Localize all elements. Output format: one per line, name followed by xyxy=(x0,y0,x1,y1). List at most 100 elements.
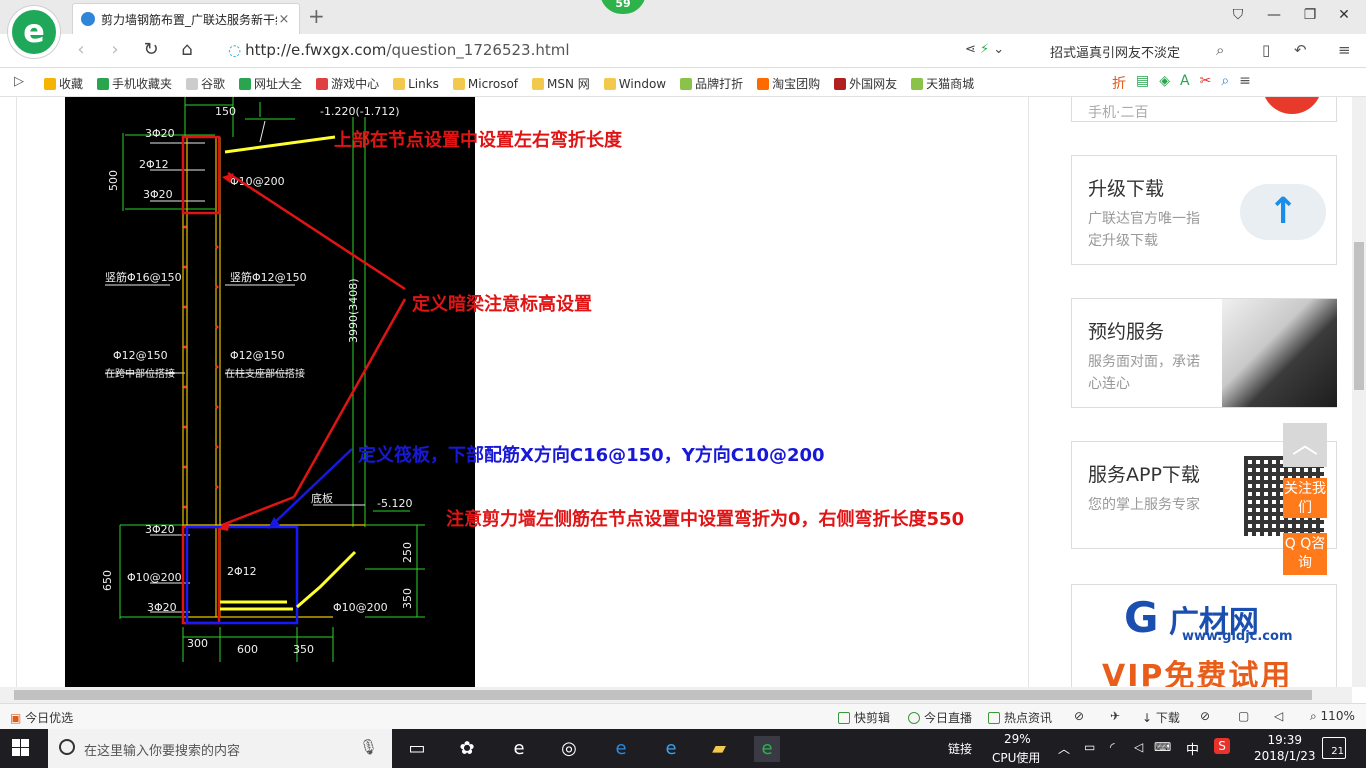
sogou-icon[interactable]: S xyxy=(1214,738,1230,754)
reload-icon[interactable]: ↻ xyxy=(140,39,162,60)
battery-icon[interactable]: ▭ xyxy=(1084,740,1095,754)
qq-consult-button[interactable]: Q Q咨询 xyxy=(1283,533,1327,575)
bookmark-icon xyxy=(834,77,847,90)
pin-icon[interactable]: ⛉ xyxy=(1228,7,1248,23)
bookmark-item[interactable]: 收藏 xyxy=(44,75,83,92)
tray-up-icon[interactable]: ︿ xyxy=(1058,740,1070,757)
forward-icon[interactable]: › xyxy=(104,39,126,60)
status-icon-d[interactable]: ▢ xyxy=(1238,709,1249,723)
cad-horiz-left: Φ12@150 xyxy=(113,349,168,362)
cad-vert-left: 竖筋Φ16@150 xyxy=(105,270,182,284)
minimize-button[interactable]: — xyxy=(1264,7,1284,23)
search-input[interactable]: 招式逼真引网友不淡定 xyxy=(1050,42,1180,61)
task-view-icon[interactable]: ▭ xyxy=(404,736,430,762)
cad-drawing: 150 -1.220(-1.712) 500 3Φ20 2Φ12 3Φ20 Φ1… xyxy=(65,97,475,687)
browser-taskbar-icon[interactable]: e xyxy=(754,736,780,762)
today-picks[interactable]: ▣ 今日优选 xyxy=(10,709,73,726)
cpu-percent: 29% xyxy=(1004,732,1031,746)
bookmark-item[interactable]: MSN 网 xyxy=(532,75,590,92)
hot-news[interactable]: 热点资讯 xyxy=(988,709,1052,726)
back-to-top-icon[interactable]: ︿ xyxy=(1283,423,1327,467)
menu-icon[interactable]: ≡ xyxy=(1338,41,1351,59)
phone-icon[interactable]: ▯ xyxy=(1262,41,1270,59)
follow-button[interactable]: 关注我们 xyxy=(1283,478,1327,518)
ie-icon[interactable]: e xyxy=(506,736,532,762)
horizontal-scroll-thumb[interactable] xyxy=(14,690,1312,700)
search-icon[interactable]: ⌕ xyxy=(1216,41,1224,59)
bookmark-item[interactable]: Microsof xyxy=(452,75,518,92)
sidebar-toggle-icon[interactable]: ▷ xyxy=(14,74,24,89)
url-host: http://e.fwxgx.com xyxy=(245,41,387,59)
book-icon[interactable]: ▤ xyxy=(1136,73,1149,93)
cad-bar-3phi20-b1: 3Φ20 xyxy=(145,523,175,536)
close-window-button[interactable]: ✕ xyxy=(1334,7,1354,23)
ie-blue-icon[interactable]: e xyxy=(658,736,684,762)
volume-icon[interactable]: ◁ xyxy=(1134,740,1143,754)
more-icon[interactable]: ≡ xyxy=(1239,73,1251,93)
clock[interactable]: 19:39 2018/1/23 xyxy=(1254,732,1316,764)
cad-dim-300: 300 xyxy=(187,637,208,650)
download-button[interactable]: ↓ 下载 xyxy=(1142,709,1180,726)
status-icon-b[interactable]: ✈ xyxy=(1110,709,1120,723)
undo-icon[interactable]: ↶ xyxy=(1294,41,1307,59)
bookmark-item[interactable]: 天猫商城 xyxy=(911,75,974,92)
scissors-icon[interactable]: ✂ xyxy=(1200,73,1212,93)
wifi-icon[interactable]: ◜ xyxy=(1110,740,1115,754)
file-explorer-icon[interactable]: ▰ xyxy=(706,736,732,762)
new-tab-button[interactable]: + xyxy=(308,4,325,28)
home-icon[interactable]: ⌂ xyxy=(176,39,198,60)
sidebar-card-appoint[interactable]: 预约服务 服务面对面，承诺心连心 xyxy=(1071,298,1337,408)
site-info-icon[interactable]: ◌ xyxy=(228,41,241,59)
ime-indicator[interactable]: 中 xyxy=(1186,739,1199,758)
bookmark-item[interactable]: Links xyxy=(393,75,439,92)
sidebar-card-upgrade[interactable]: 升级下载 广联达官方唯一指定升级下载 ↑ xyxy=(1071,155,1337,265)
back-icon[interactable]: ‹ xyxy=(70,39,92,60)
microphone-icon[interactable]: 🎙 xyxy=(359,738,378,756)
share-icon[interactable]: ⋖ ⚡ ⌄ xyxy=(965,42,1004,57)
keyboard-icon[interactable]: ⌨ xyxy=(1154,740,1171,754)
pinwheel-app-icon[interactable]: ✿ xyxy=(454,736,480,762)
status-icon-a[interactable]: ⊘ xyxy=(1074,709,1084,723)
url-field[interactable]: ◌ http://e.fwxgx.com/question_1726523.htm… xyxy=(228,41,570,59)
cad-height: 3990(3408) xyxy=(347,278,360,343)
bookmark-item[interactable]: 谷歌 xyxy=(186,75,225,92)
zoom-level[interactable]: ⌕ 110% xyxy=(1310,709,1355,724)
sidebar-card-partial[interactable]: 手机·二百 xyxy=(1071,97,1337,122)
bookmarks-bar: ▷ 收藏 手机收藏夹 谷歌 网址大全 游戏中心 Links Microsof MSN 网 Win… xyxy=(0,69,1366,97)
browser-logo-icon[interactable]: e xyxy=(8,6,60,58)
spiral-app-icon[interactable]: ◎ xyxy=(556,736,582,762)
sidebar-card-ad[interactable]: G 广材网 www.gldjc.com VIP免费试用 xyxy=(1071,584,1337,687)
tab-favicon-icon xyxy=(81,12,95,26)
address-bar: ‹ › ↻ ⌂ ◌ http://e.fwxgx.com/question_172… xyxy=(0,34,1366,68)
link-label[interactable]: 链接 xyxy=(948,740,972,757)
bookmark-item[interactable]: 手机收藏夹 xyxy=(97,75,172,92)
tab-active[interactable]: 剪力墙钢筋布置_广联达服务新干线 × xyxy=(72,3,300,34)
vertical-scroll-thumb[interactable] xyxy=(1354,242,1364,390)
mute-icon[interactable]: ◁ xyxy=(1274,709,1283,723)
quick-edit[interactable]: 快剪辑 xyxy=(838,709,890,726)
notification-badge[interactable]: 59 xyxy=(600,0,646,14)
bookmark-item[interactable]: 游戏中心 xyxy=(316,75,379,92)
bookmark-item[interactable]: 外国网友 xyxy=(834,75,897,92)
notification-center-icon[interactable]: 21 xyxy=(1322,737,1346,759)
edge-icon[interactable]: e xyxy=(608,736,634,762)
shield-icon[interactable]: ◈ xyxy=(1159,73,1170,93)
search-tool-icon[interactable]: ⌕ xyxy=(1221,73,1229,93)
discount-icon[interactable]: 折 xyxy=(1112,73,1126,93)
status-icon-c[interactable]: ⊘ xyxy=(1200,709,1210,723)
maximize-button[interactable]: ❐ xyxy=(1300,7,1320,23)
bookmark-item[interactable]: 网址大全 xyxy=(239,75,302,92)
translate-icon[interactable]: A xyxy=(1180,73,1190,93)
today-live[interactable]: 今日直播 xyxy=(908,709,972,726)
lightning-icon[interactable]: ⚡ xyxy=(980,42,989,57)
bookmark-item[interactable]: 品牌打折 xyxy=(680,75,743,92)
taskbar-search-input[interactable]: 在这里输入你要搜索的内容 🎙 xyxy=(48,729,392,768)
tab-close-icon[interactable]: × xyxy=(277,12,291,27)
app-title: 服务APP下载 xyxy=(1088,464,1200,486)
vertical-scrollbar[interactable] xyxy=(1352,97,1366,687)
bookmark-item[interactable]: Window xyxy=(603,75,666,92)
bookmark-item[interactable]: 淘宝团购 xyxy=(757,75,820,92)
horizontal-scrollbar[interactable] xyxy=(0,687,1352,703)
windows-start-icon[interactable] xyxy=(12,739,30,757)
bookmark-icon xyxy=(757,77,770,90)
